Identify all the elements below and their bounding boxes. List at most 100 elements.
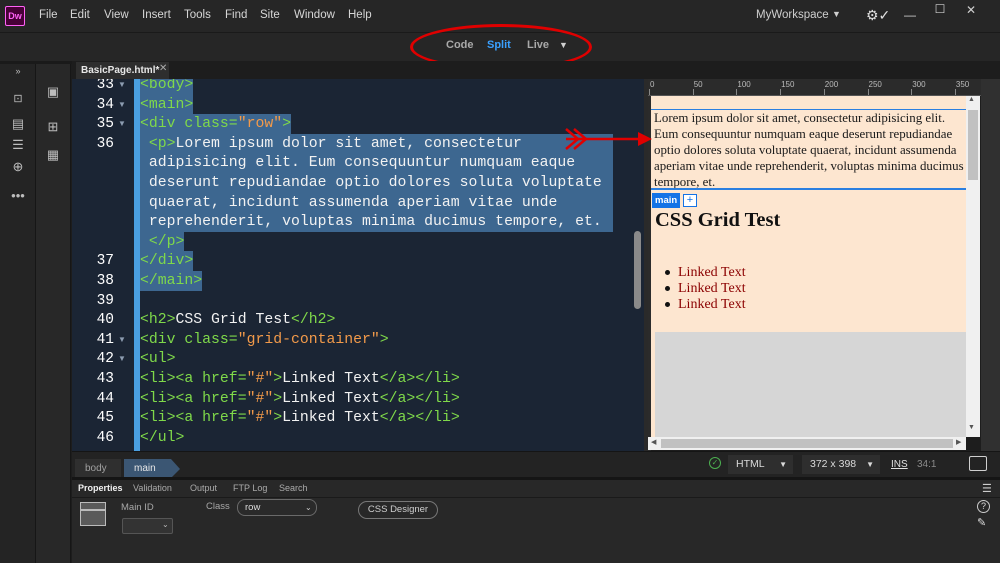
- menu-view[interactable]: View: [104, 9, 129, 21]
- preview-icon[interactable]: [969, 456, 987, 471]
- ruler-label: 350: [955, 80, 970, 89]
- scroll-down-icon[interactable]: ▼: [968, 424, 975, 431]
- code-line[interactable]: <p>Lorem ipsum dolor sit amet, consectet…: [140, 133, 613, 154]
- ruler-label: 0: [650, 80, 655, 89]
- class-label: Class: [206, 501, 230, 512]
- chevron-down-icon[interactable]: ▼: [832, 9, 841, 19]
- quick-edit-icon[interactable]: ✎: [977, 516, 986, 529]
- tab-properties[interactable]: Properties: [78, 483, 123, 493]
- maximize-icon[interactable]: ☐: [926, 0, 954, 18]
- tab-output[interactable]: Output: [190, 483, 217, 493]
- scroll-thumb[interactable]: [968, 110, 978, 180]
- live-heading[interactable]: CSS Grid Test: [655, 209, 780, 232]
- live-list-item[interactable]: Linked Text: [665, 281, 746, 297]
- breadcrumb-main[interactable]: main: [124, 459, 180, 478]
- menu-tools[interactable]: Tools: [184, 9, 211, 21]
- code-line[interactable]: <div class="row">: [140, 114, 291, 135]
- window-size-select[interactable]: 372 x 398 ▼: [802, 455, 880, 474]
- live-link[interactable]: Linked Text: [678, 281, 746, 296]
- sync-settings-icon[interactable]: ⚙✓: [866, 7, 890, 24]
- live-link[interactable]: Linked Text: [678, 297, 746, 312]
- code-line[interactable]: </p>: [140, 231, 185, 252]
- document-type-select[interactable]: HTML ▼: [728, 455, 793, 474]
- code-line[interactable]: <li><a href="#">Linked Text</a></li>: [140, 408, 460, 428]
- code-line[interactable]: <li><a href="#">Linked Text</a></li>: [140, 369, 460, 389]
- menu-edit[interactable]: Edit: [70, 9, 90, 21]
- code-line[interactable]: adipisicing elit. Eum consequuntur numqu…: [140, 153, 613, 174]
- tab-ftp-log[interactable]: FTP Log: [233, 483, 267, 493]
- insert-mode[interactable]: INS: [891, 459, 908, 470]
- scroll-up-icon[interactable]: ▲: [968, 96, 975, 103]
- live-list-item[interactable]: Linked Text: [665, 265, 746, 281]
- code-line[interactable]: <ul>: [140, 349, 176, 369]
- workspace-switcher[interactable]: MyWorkspace: [756, 9, 829, 21]
- code-view[interactable]: 33 ▼ 34 ▼ 35 ▼ 36 37 38 39 40 41 ▼ 42 ▼ 43 44 45 46 <body>…: [72, 79, 644, 451]
- ruler-label: 250: [868, 80, 882, 89]
- tab-search[interactable]: Search: [279, 483, 308, 493]
- menu-find[interactable]: Find: [225, 9, 247, 21]
- fold-arrow-icon[interactable]: ▼: [118, 349, 126, 369]
- chevron-down-icon[interactable]: ⌄: [305, 503, 312, 512]
- live-paragraph[interactable]: Lorem ipsum dolor sit amet, consectetur …: [654, 110, 966, 190]
- code-line[interactable]: </main>: [140, 271, 203, 291]
- menu-file[interactable]: File: [39, 9, 58, 21]
- snippets-icon[interactable]: ▦: [43, 147, 63, 163]
- help-icon[interactable]: ?: [977, 500, 990, 513]
- live-link[interactable]: Linked Text: [678, 265, 746, 280]
- expand-icon[interactable]: »: [8, 66, 28, 76]
- code-token: >: [273, 371, 283, 387]
- code-line[interactable]: </div>: [140, 251, 194, 272]
- panel-menu-icon[interactable]: ☰: [982, 482, 992, 495]
- add-element-button[interactable]: +: [683, 194, 697, 207]
- dom-tree-icon[interactable]: ⊞: [43, 119, 63, 135]
- menu-insert[interactable]: Insert: [142, 9, 171, 21]
- scroll-left-icon[interactable]: ◀: [651, 438, 656, 446]
- line-number: 33: [96, 79, 114, 93]
- chevron-down-icon[interactable]: ⌄: [162, 520, 169, 529]
- menu-help[interactable]: Help: [348, 9, 372, 21]
- more-icon[interactable]: •••: [8, 188, 28, 203]
- assets-icon[interactable]: ▣: [43, 84, 63, 100]
- no-errors-icon[interactable]: ✓: [709, 457, 721, 469]
- live-view[interactable]: Lorem ipsum dolor sit amet, consectetur …: [651, 96, 966, 437]
- grid-container-preview[interactable]: [655, 332, 966, 437]
- selection-outline-bottom: [651, 188, 966, 190]
- target-icon[interactable]: ⊕: [8, 159, 28, 175]
- code-line[interactable]: reprehenderit, voluptas minima ducimus t…: [140, 212, 613, 233]
- file-activity-icon[interactable]: ▤: [8, 116, 28, 132]
- element-badge[interactable]: main: [652, 193, 681, 208]
- code-token: <body>: [140, 79, 194, 93]
- css-designer-button[interactable]: CSS Designer: [358, 501, 438, 519]
- code-scrollbar[interactable]: [634, 231, 641, 309]
- code-token: >: [273, 390, 283, 407]
- live-list-item[interactable]: Linked Text: [665, 297, 746, 313]
- breadcrumb-body[interactable]: body: [75, 459, 121, 478]
- fold-arrow-icon[interactable]: ▼: [118, 95, 126, 115]
- code-token: </a></li>: [379, 371, 460, 387]
- code-line[interactable]: <div class="grid-container">: [140, 330, 389, 350]
- format-source-icon[interactable]: ☰: [8, 137, 28, 153]
- fold-arrow-icon[interactable]: ▼: [118, 114, 126, 134]
- code-line[interactable]: deserunt repudiandae optio dolores solut…: [140, 173, 613, 193]
- minimize-icon[interactable]: —: [896, 6, 924, 24]
- code-token: "#": [246, 390, 274, 407]
- code-view-icon[interactable]: ⊡: [8, 92, 28, 105]
- scroll-thumb[interactable]: [661, 439, 953, 448]
- code-line[interactable]: </ul>: [140, 428, 184, 448]
- tab-validation[interactable]: Validation: [133, 483, 172, 493]
- close-window-icon[interactable]: ✕: [957, 1, 985, 19]
- code-token: <div: [140, 331, 185, 348]
- fold-arrow-icon[interactable]: ▼: [118, 79, 126, 95]
- menu-window[interactable]: Window: [294, 9, 335, 21]
- fold-arrow-icon[interactable]: ▼: [118, 330, 126, 350]
- code-line[interactable]: quaerat, incidunt assumenda aperiam vita…: [140, 192, 613, 213]
- scroll-right-icon[interactable]: ▶: [956, 438, 961, 446]
- document-tab[interactable]: BasicPage.html*: [76, 62, 169, 79]
- code-line[interactable]: <li><a href="#">Linked Text</a></li>: [140, 389, 460, 409]
- close-tab-icon[interactable]: ✕: [159, 63, 167, 74]
- code-line[interactable]: <main>: [140, 94, 194, 115]
- code-line[interactable]: <h2>CSS Grid Test</h2>: [140, 310, 335, 330]
- menu-site[interactable]: Site: [260, 9, 280, 21]
- code-token: </div>: [140, 253, 194, 270]
- code-line[interactable]: <body>: [140, 79, 194, 95]
